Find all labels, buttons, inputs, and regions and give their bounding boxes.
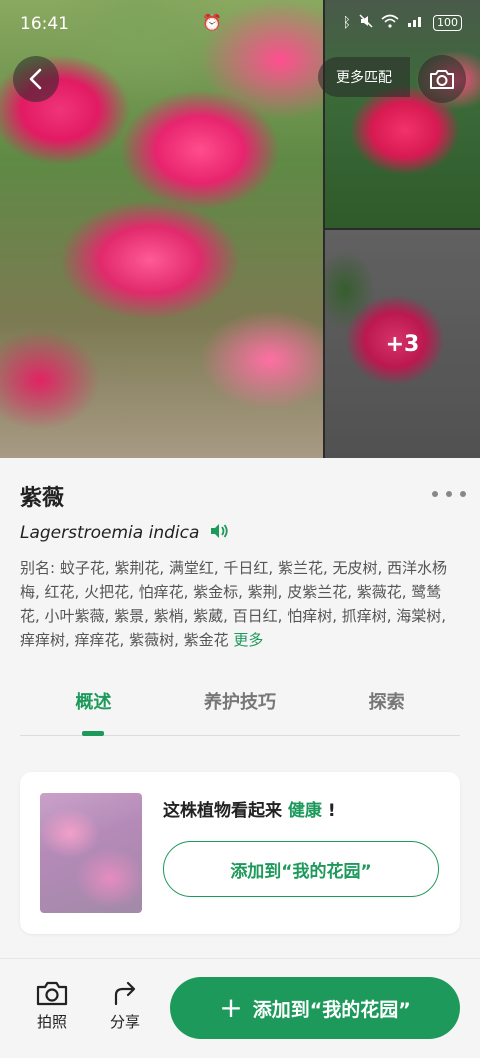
tab-explore[interactable]: 探索: [313, 680, 460, 735]
more-matches-button[interactable]: 更多匹配: [318, 57, 410, 97]
tab-explore-label: 探索: [368, 692, 405, 713]
camera-icon: [430, 70, 454, 89]
chevron-left-icon: [29, 68, 42, 90]
tab-overview-label: 概述: [75, 692, 112, 713]
take-photo-label: 拍照: [36, 1013, 67, 1031]
share-icon: [114, 981, 136, 1006]
wifi-icon: [381, 14, 399, 32]
tab-care-tips[interactable]: 养护技巧: [167, 680, 314, 735]
bottom-action-bar: 拍照 分享 + 添加到“我的花园”: [0, 958, 480, 1058]
share-label: 分享: [109, 1013, 140, 1031]
take-photo-button[interactable]: 拍照: [27, 979, 77, 1032]
back-button[interactable]: [13, 56, 59, 102]
match-photo-2[interactable]: +3: [325, 230, 480, 458]
alias-list: 别名: 蚊子花, 紫荆花, 满堂红, 千日红, 紫兰花, 无皮树, 西洋水杨梅,…: [20, 556, 460, 652]
status-icons: ᛒ 100: [343, 14, 462, 32]
health-title-prefix: 这株植物看起来: [163, 801, 282, 821]
more-options-button[interactable]: [432, 484, 466, 504]
more-photos-count[interactable]: +3: [325, 230, 480, 458]
scientific-name: Lagerstroemia indica: [20, 523, 200, 543]
health-title-suffix: !: [327, 801, 336, 821]
battery-icon: 100: [433, 15, 462, 31]
add-to-garden-button[interactable]: + 添加到“我的花园”: [170, 977, 460, 1039]
add-to-garden-card-button[interactable]: 添加到“我的花园”: [163, 841, 439, 897]
signal-icon: [407, 14, 425, 32]
mute-icon: [359, 14, 373, 32]
health-status: 健康: [287, 801, 322, 821]
dot-icon: [446, 491, 452, 497]
plant-info-panel: 紫薇 Lagerstroemia indica 别名: 蚊子花, 紫荆花, 满堂…: [0, 458, 480, 958]
tab-bar: 概述 养护技巧 探索: [20, 680, 460, 736]
alarm-icon: ⏰: [202, 13, 222, 32]
scientific-name-row: Lagerstroemia indica: [20, 522, 229, 544]
tab-overview[interactable]: 概述: [20, 680, 167, 736]
camera-icon: [36, 981, 68, 1006]
tab-care-tips-label: 养护技巧: [204, 692, 276, 713]
bluetooth-icon: ᛒ: [342, 15, 351, 31]
health-card: 这株植物看起来 健康 ! 添加到“我的花园”: [20, 772, 460, 934]
add-to-garden-label: 添加到“我的花园”: [252, 998, 411, 1021]
dot-icon: [460, 491, 466, 497]
health-title: 这株植物看起来 健康 !: [163, 796, 336, 821]
status-bar: 16:41 ⏰ ᛒ 100: [0, 0, 480, 48]
plus-icon: +: [219, 991, 243, 1024]
camera-button[interactable]: [418, 55, 466, 103]
plant-name: 紫薇: [20, 486, 65, 511]
share-button[interactable]: 分享: [100, 979, 150, 1032]
speaker-icon[interactable]: [209, 522, 229, 544]
status-time: 16:41: [20, 14, 69, 34]
active-tab-indicator: [82, 731, 105, 736]
aliases-more-link[interactable]: 更多: [233, 631, 263, 649]
dot-icon: [432, 491, 438, 497]
health-thumbnail: [40, 793, 142, 913]
